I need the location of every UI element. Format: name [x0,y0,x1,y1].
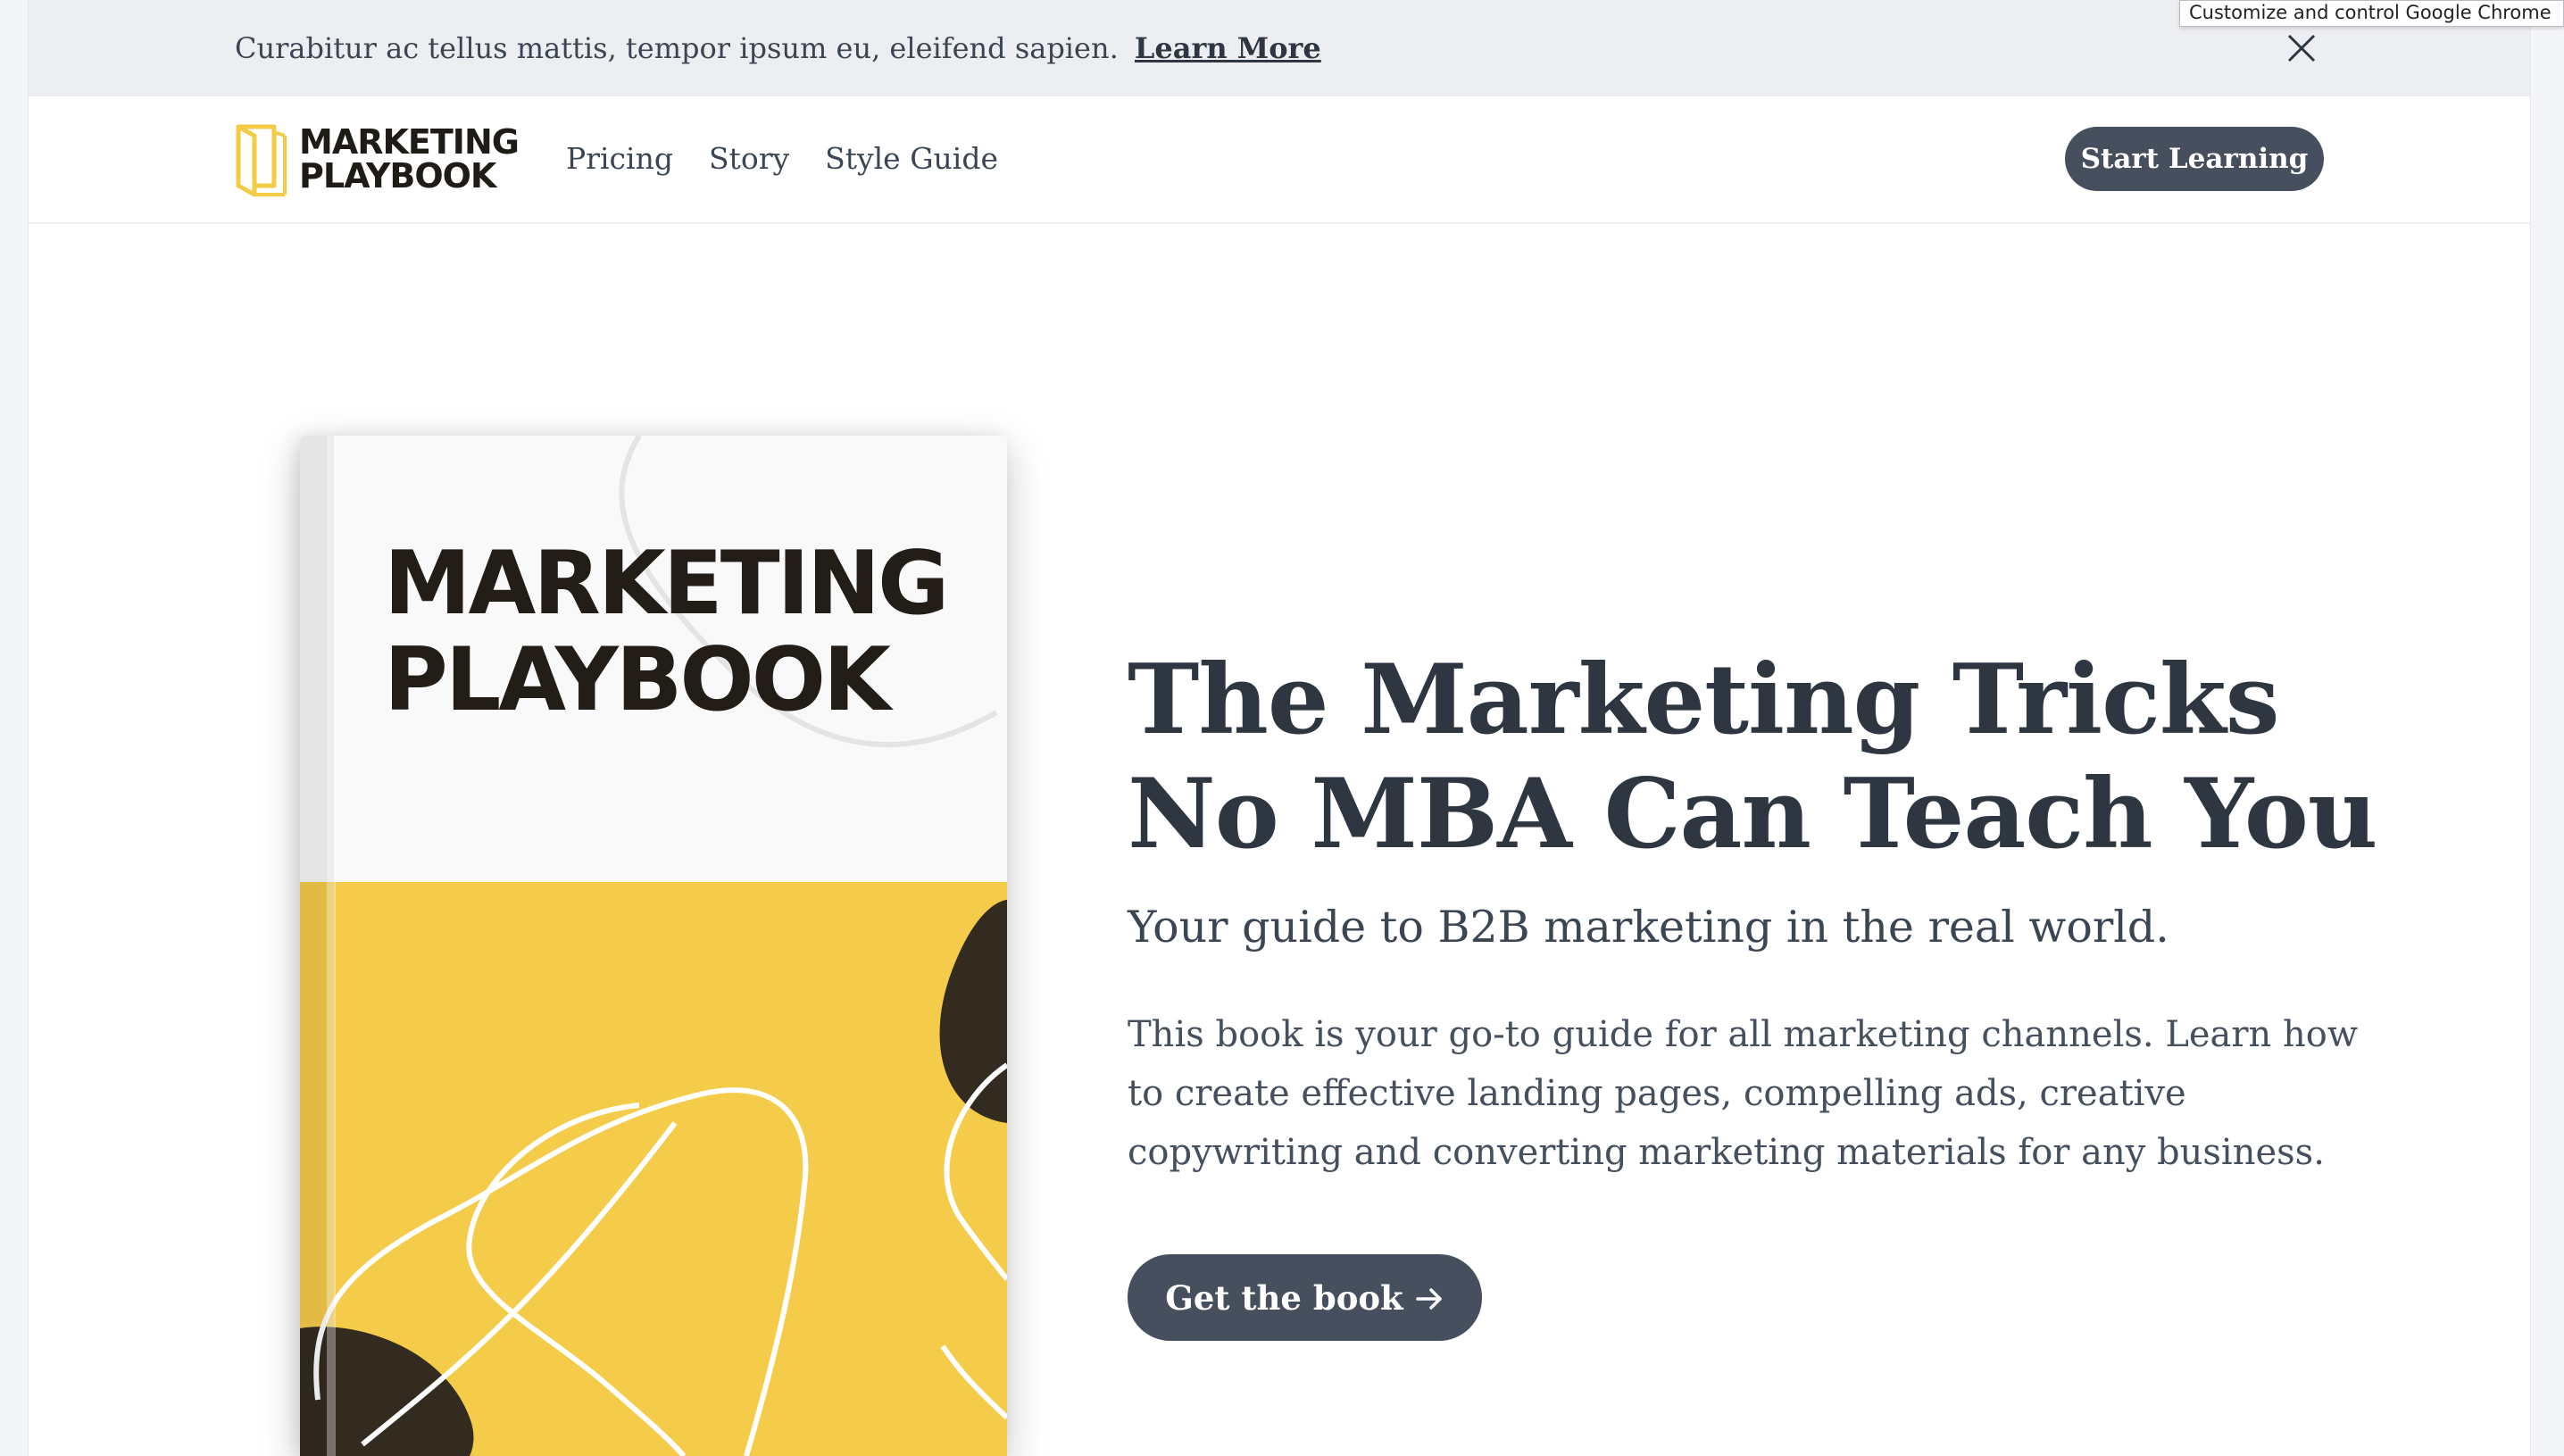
get-the-book-label: Get the book [1165,1277,1403,1318]
get-the-book-button[interactable]: Get the book [1128,1254,1482,1341]
announcement-message: Curabitur ac tellus mattis, tempor ipsum… [235,31,1119,65]
nav-link-story[interactable]: Story [709,137,789,180]
logo-wordmark: MARKETING PLAYBOOK [299,122,520,196]
book-title-line-1: MARKETING [384,533,949,635]
logo-line-2: PLAYBOOK [299,156,496,196]
hero-headline: The Marketing Tricks No MBA Can Teach Yo… [1128,644,2377,870]
hero-subhead: Your guide to B2B marketing in the real … [1128,902,2169,953]
nav-link-style-guide[interactable]: Style Guide [825,137,998,180]
learn-more-link[interactable]: Learn More [1135,31,1321,65]
book-cover-image: MARKETING PLAYBOOK [300,436,1007,1456]
top-navigation: MARKETING PLAYBOOK Pricing Story Style G… [29,96,2530,224]
close-icon[interactable] [2284,30,2319,66]
nav-link-pricing[interactable]: Pricing [566,137,673,180]
announcement-bar: Curabitur ac tellus mattis, tempor ipsum… [29,0,2530,96]
browser-tooltip: Customize and control Google Chrome [2179,0,2564,27]
announcement-text: Curabitur ac tellus mattis, tempor ipsum… [235,28,1321,69]
book-icon [235,123,290,198]
logo[interactable]: MARKETING PLAYBOOK [235,123,520,198]
hero-description: This book is your go-to guide for all ma… [1128,1014,2359,1173]
book-cover-title: MARKETING PLAYBOOK [384,533,949,731]
start-learning-button[interactable]: Start Learning [2065,127,2324,191]
logo-line-1: MARKETING [299,122,520,162]
book-title-line-2: PLAYBOOK [384,629,891,731]
nav-links: Pricing Story Style Guide [566,137,998,180]
arrow-right-icon [1414,1283,1444,1313]
page: Curabitur ac tellus mattis, tempor ipsum… [28,0,2531,1456]
